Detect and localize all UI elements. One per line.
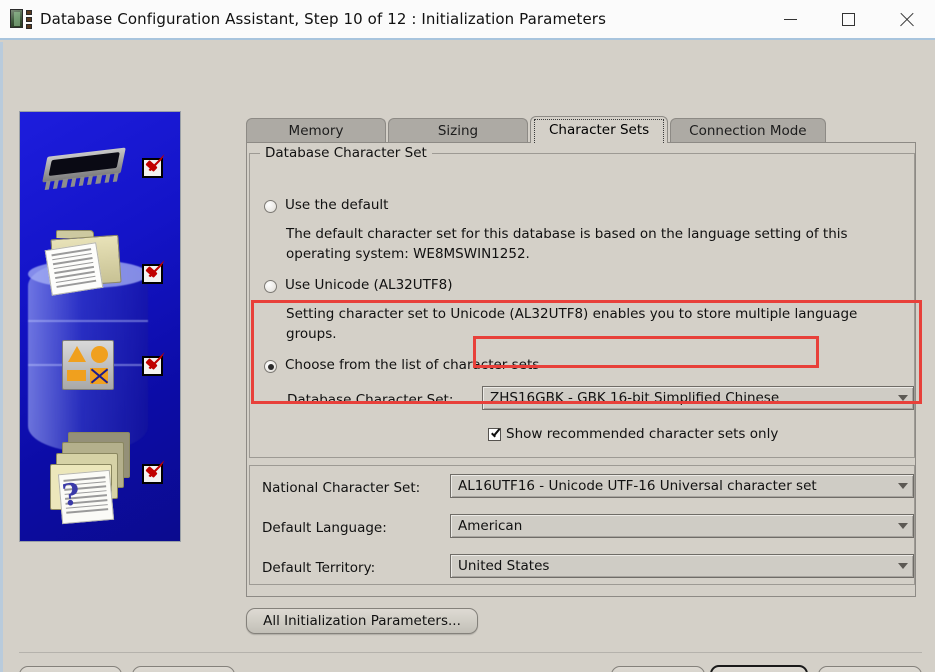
radio-use-the-default-label: Use the default xyxy=(285,197,389,213)
dbca-window: Database Configuration Assistant, Step 1… xyxy=(0,0,935,672)
minimize-button[interactable] xyxy=(761,0,819,39)
radio-icon xyxy=(264,200,277,213)
wizard-banner-image: ? xyxy=(19,111,181,542)
folder-stack-question-graphic: ? xyxy=(46,430,132,526)
step-checkmark-icon xyxy=(142,460,172,486)
radio-use-the-default[interactable]: Use the default xyxy=(264,197,388,213)
radio-choose-from-list-label: Choose from the list of character sets xyxy=(285,357,540,373)
finish-button[interactable]: Finish xyxy=(818,666,922,672)
default-territory-value: United States xyxy=(458,558,550,574)
default-language-label: Default Language: xyxy=(262,520,387,536)
group-title: Database Character Set xyxy=(260,145,432,161)
use-unicode-description: Setting character set to Unicode (AL32UT… xyxy=(286,304,906,344)
all-initialization-parameters-label: All Initialization Parameters... xyxy=(263,613,461,629)
window-title: Database Configuration Assistant, Step 1… xyxy=(40,10,606,28)
tab-strip: Memory Sizing Character Sets Connection … xyxy=(246,116,828,143)
database-character-set-combo[interactable]: ZHS16GBK - GBK 16-bit Simplified Chinese xyxy=(482,386,914,410)
default-language-value: American xyxy=(458,518,523,534)
desc-line-2: operating system: WE8MSWIN1252. xyxy=(286,246,530,262)
window-controls xyxy=(761,0,935,39)
close-button[interactable] xyxy=(877,0,935,39)
step-checkmark-icon xyxy=(142,352,172,378)
step-checkmark-icon xyxy=(142,154,172,180)
tab-memory-label: Memory xyxy=(288,123,344,139)
database-character-set-label: Database Character Set: xyxy=(287,392,454,408)
desc-line-2: groups. xyxy=(286,326,337,342)
database-character-set-group: Database Character Set Use the default T… xyxy=(249,145,915,458)
database-character-set-value: ZHS16GBK - GBK 16-bit Simplified Chinese xyxy=(490,390,780,406)
footer-divider xyxy=(19,652,922,653)
default-territory-label: Default Territory: xyxy=(262,560,376,576)
parameters-tile-graphic xyxy=(62,340,114,390)
radio-icon xyxy=(264,280,277,293)
checkbox-icon xyxy=(488,427,501,441)
show-recommended-checkbox-row[interactable]: Show recommended character sets only xyxy=(488,426,778,442)
folder-documents-graphic xyxy=(44,230,122,296)
chevron-down-icon[interactable] xyxy=(893,475,913,497)
character-sets-panel: Database Character Set Use the default T… xyxy=(246,142,916,597)
next-button[interactable]: Next » xyxy=(710,665,808,672)
radio-icon xyxy=(264,360,277,373)
minimize-icon xyxy=(783,18,797,20)
tab-focus-outline xyxy=(534,119,665,143)
maximize-icon xyxy=(841,12,855,26)
radio-use-unicode-label: Use Unicode (AL32UTF8) xyxy=(285,277,453,293)
tab-sizing-label: Sizing xyxy=(437,123,479,139)
national-character-set-combo[interactable]: AL16UTF16 - Unicode UTF-16 Universal cha… xyxy=(450,474,914,498)
chevron-down-icon[interactable] xyxy=(893,515,913,537)
radio-use-unicode[interactable]: Use Unicode (AL32UTF8) xyxy=(264,277,453,293)
chevron-down-icon[interactable] xyxy=(893,555,913,577)
step-checkmark-icon xyxy=(142,260,172,286)
window-body: ? Memory Sizing Character Sets Connectio… xyxy=(0,42,935,672)
tab-character-sets[interactable]: Character Sets xyxy=(530,116,669,143)
desc-line-1: The default character set for this datab… xyxy=(286,226,848,242)
cancel-button[interactable]: Cancel xyxy=(19,666,122,672)
show-recommended-label: Show recommended character sets only xyxy=(506,426,779,442)
maximize-button[interactable] xyxy=(819,0,877,39)
memory-chip-graphic xyxy=(42,147,126,190)
desc-line-1: Setting character set to Unicode (AL32UT… xyxy=(286,306,858,322)
back-button[interactable]: « Back xyxy=(611,666,705,672)
close-icon xyxy=(899,12,914,27)
use-the-default-description: The default character set for this datab… xyxy=(286,224,906,264)
title-bar: Database Configuration Assistant, Step 1… xyxy=(0,0,935,40)
radio-choose-from-list[interactable]: Choose from the list of character sets xyxy=(264,357,539,373)
default-territory-combo[interactable]: United States xyxy=(450,554,914,578)
help-button[interactable]: Help xyxy=(132,666,235,672)
national-character-set-value: AL16UTF16 - Unicode UTF-16 Universal cha… xyxy=(458,478,817,494)
tab-connection-mode-label: Connection Mode xyxy=(689,123,807,139)
locale-settings-group: National Character Set: AL16UTF16 - Unic… xyxy=(249,465,915,585)
all-initialization-parameters-button[interactable]: All Initialization Parameters... xyxy=(246,608,478,634)
tab-connection-mode[interactable]: Connection Mode xyxy=(670,118,826,143)
default-language-combo[interactable]: American xyxy=(450,514,914,538)
national-character-set-label: National Character Set: xyxy=(262,480,421,496)
chevron-down-icon[interactable] xyxy=(893,387,913,409)
tab-memory[interactable]: Memory xyxy=(246,118,386,143)
tab-sizing[interactable]: Sizing xyxy=(388,118,528,143)
database-chip-icon xyxy=(10,8,32,30)
